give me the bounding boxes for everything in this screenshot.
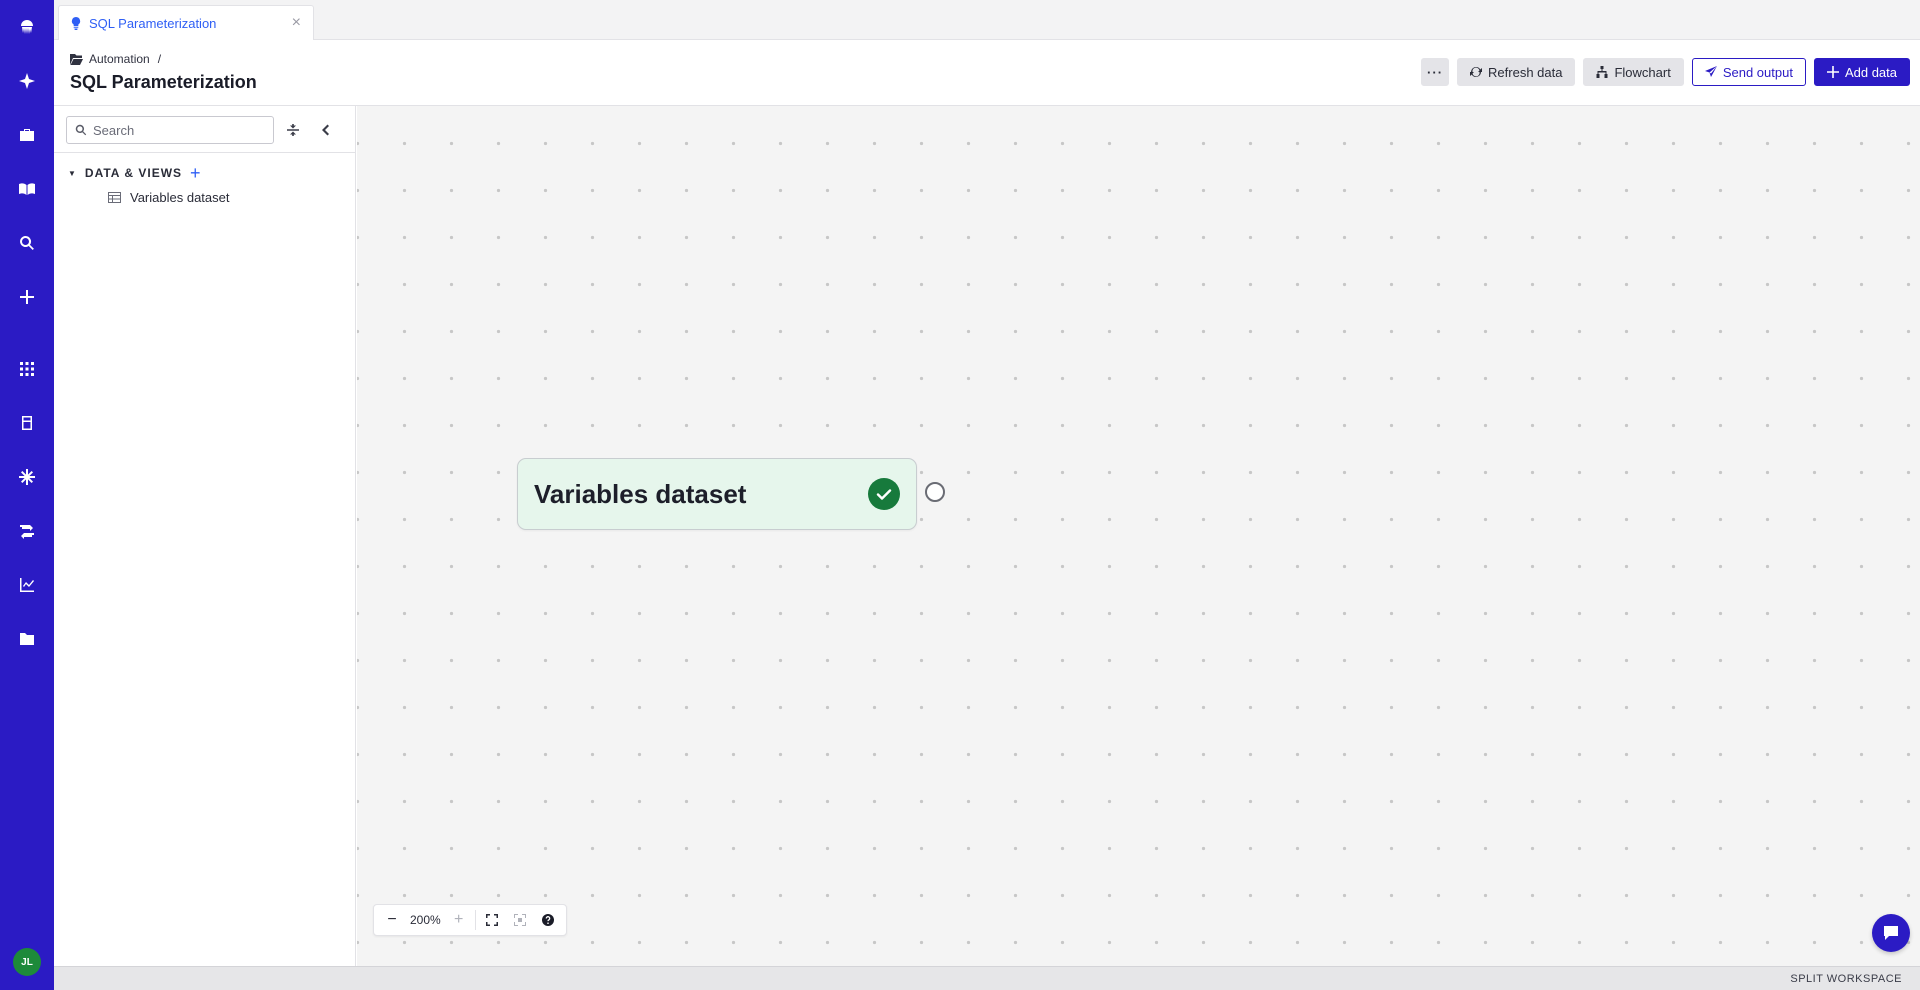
flow-canvas[interactable]: Variables dataset − 200% + — [357, 106, 1920, 966]
caret-down-icon[interactable]: ▼ — [68, 169, 77, 178]
book-icon[interactable] — [0, 162, 54, 216]
tree-item-label: Variables dataset — [130, 190, 230, 205]
sparkle-icon[interactable] — [0, 54, 54, 108]
zoom-in-button[interactable]: + — [447, 908, 471, 932]
plus-icon — [1826, 66, 1839, 78]
node-title: Variables dataset — [534, 478, 747, 509]
panel-toolbar — [66, 116, 336, 144]
search-icon — [75, 124, 87, 136]
status-footer: SPLIT WORKSPACE — [54, 966, 1920, 990]
lightbulb-icon — [71, 16, 83, 30]
add-data-label: Add data — [1844, 64, 1897, 80]
table-icon — [108, 192, 121, 203]
breadcrumb-separator: / — [157, 52, 162, 66]
chart-icon[interactable] — [0, 558, 54, 612]
flowchart-icon — [1596, 66, 1608, 78]
flowchart-label: Flowchart — [1614, 64, 1671, 80]
send-icon — [1704, 66, 1717, 77]
chevron-left-icon — [321, 124, 329, 136]
add-data-button[interactable]: Add data — [1813, 58, 1910, 86]
panel-divider — [54, 152, 355, 153]
jellyfish-logo-icon[interactable] — [0, 0, 54, 54]
section-title: DATA & VIEWS — [84, 166, 183, 180]
apps-grid-icon[interactable] — [0, 342, 54, 396]
collapse-vertical-icon — [287, 124, 300, 136]
database-icon[interactable] — [0, 396, 54, 450]
breadcrumb: Automation / — [70, 52, 161, 66]
workflow-icon[interactable] — [0, 504, 54, 558]
fit-screen-icon — [485, 914, 498, 926]
zoom-out-button[interactable]: − — [380, 908, 404, 932]
header-actions: ··· Refresh data Flowchart Send output A… — [1421, 58, 1910, 86]
help-circle-icon — [541, 914, 554, 926]
search-icon[interactable] — [0, 216, 54, 270]
refresh-data-button[interactable]: Refresh data — [1457, 58, 1576, 86]
breadcrumb-link-automation[interactable]: Automation — [89, 52, 150, 66]
send-output-label: Send output — [1722, 64, 1793, 80]
refresh-icon — [1470, 67, 1483, 77]
chat-icon — [1884, 926, 1898, 940]
minimap-toggle-button[interactable] — [508, 908, 532, 932]
refresh-data-label: Refresh data — [1488, 64, 1563, 80]
chat-support-button[interactable] — [1872, 914, 1910, 952]
flowchart-button[interactable]: Flowchart — [1583, 58, 1684, 86]
collapse-panel-button[interactable] — [313, 118, 336, 142]
split-workspace-button[interactable]: SPLIT WORKSPACE — [1790, 973, 1902, 985]
page-header: Automation / SQL Parameterization ··· Re… — [54, 40, 1920, 106]
divider — [474, 910, 476, 930]
help-button[interactable] — [536, 908, 560, 932]
avatar[interactable]: JL — [13, 948, 41, 976]
add-view-button[interactable]: + — [190, 164, 202, 182]
collapse-all-button[interactable] — [282, 118, 305, 142]
more-options-button[interactable]: ··· — [1421, 58, 1450, 86]
plus-icon[interactable] — [0, 270, 54, 324]
section-header-data-views[interactable]: ▼ DATA & VIEWS + — [68, 164, 202, 182]
frame-icon — [513, 914, 526, 926]
folder-open-icon — [70, 53, 83, 65]
folder-icon[interactable] — [0, 612, 54, 666]
dataset-node[interactable]: Variables dataset — [517, 458, 917, 530]
node-output-port[interactable] — [925, 482, 945, 502]
check-circle-icon — [868, 478, 900, 510]
tab-sql-parameterization[interactable]: SQL Parameterization × — [58, 5, 314, 40]
snowflake-icon[interactable] — [0, 450, 54, 504]
search-input[interactable] — [93, 122, 263, 138]
briefcase-icon[interactable] — [0, 108, 54, 162]
tree-item-variables-dataset[interactable]: Variables dataset — [108, 190, 230, 205]
send-output-button[interactable]: Send output — [1691, 58, 1806, 86]
tab-label: SQL Parameterization — [89, 15, 217, 31]
left-nav-rail: JL — [0, 0, 54, 990]
zoom-level: 200% — [410, 913, 441, 927]
page-title: SQL Parameterization — [70, 72, 257, 92]
search-field[interactable] — [66, 116, 274, 144]
fit-view-button[interactable] — [480, 908, 504, 932]
zoom-controls: − 200% + — [373, 904, 567, 936]
close-icon[interactable]: × — [292, 15, 301, 31]
data-views-panel: ▼ DATA & VIEWS + Variables dataset — [54, 106, 356, 966]
tab-bar: SQL Parameterization × — [54, 0, 1920, 40]
